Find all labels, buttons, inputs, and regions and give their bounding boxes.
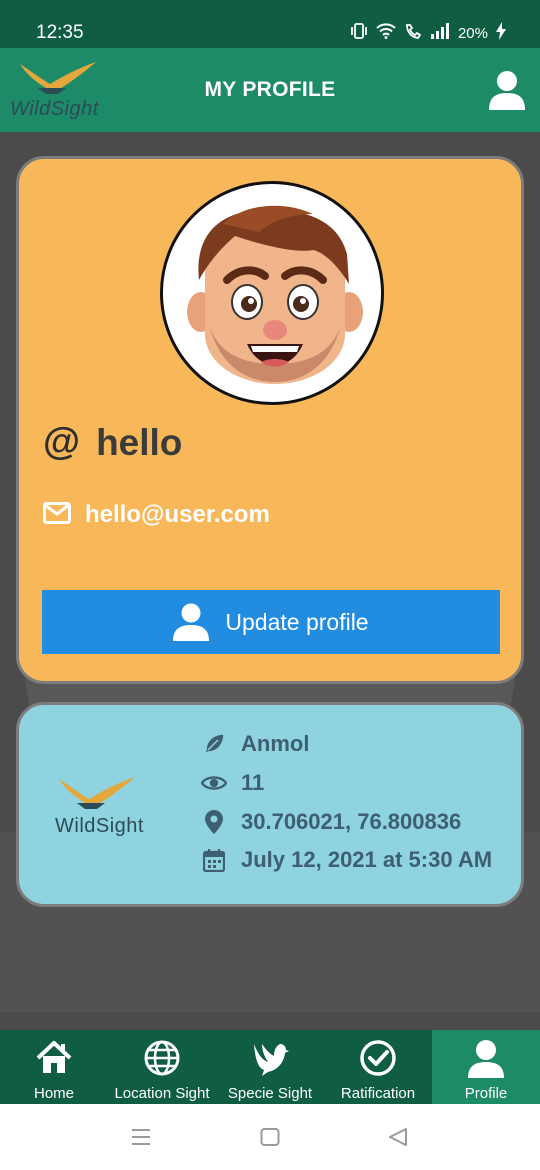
wifi-call-icon: [404, 23, 422, 43]
system-nav-bar: [0, 1104, 540, 1170]
observer-row: Anmol: [201, 731, 309, 757]
calendar-icon: [201, 848, 227, 872]
bottom-nav: Home Location Sight Specie Sight Ratific…: [0, 1030, 540, 1104]
update-profile-button[interactable]: Update profile: [42, 590, 500, 654]
cartoon-face-icon: [187, 205, 363, 384]
wifi-icon: [376, 23, 396, 43]
avatar: [160, 181, 384, 405]
home-square-icon[interactable]: [260, 1128, 280, 1151]
username-row: @ hello: [43, 421, 182, 464]
feather-icon: [201, 732, 227, 756]
home-icon: [36, 1041, 72, 1073]
observer-name: Anmol: [241, 731, 310, 756]
envelope-icon: [43, 501, 71, 529]
username: hello: [96, 421, 183, 463]
location-row: 30.706021, 76.800836: [201, 809, 461, 835]
email-text: hello@user.com: [85, 501, 270, 528]
map-pin-icon: [201, 810, 227, 834]
nav-profile[interactable]: Profile: [432, 1030, 540, 1104]
views-count: 11: [241, 770, 265, 795]
status-icons: 20%: [350, 22, 506, 44]
vibrate-icon: [350, 23, 368, 43]
eagle-logo-icon: [59, 777, 135, 809]
user-icon: [468, 1040, 504, 1078]
back-triangle-icon[interactable]: [388, 1128, 408, 1151]
date-row: July 12, 2021 at 5:30 AM: [201, 847, 492, 873]
status-bar: 12:35 20%: [0, 0, 540, 48]
signal-icon: [430, 23, 450, 43]
sighting-logo: WildSight: [49, 775, 159, 845]
coordinates-text: 30.706021, 76.800836: [241, 809, 462, 834]
check-circle-icon: [360, 1040, 396, 1076]
sighting-datetime: July 12, 2021 at 5:30 AM: [241, 847, 493, 872]
nav-location-sight[interactable]: Location Sight: [108, 1030, 216, 1104]
nav-location-label: Location Sight: [114, 1085, 210, 1102]
app-bar: WildSight MY PROFILE: [0, 48, 540, 132]
nav-home[interactable]: Home: [0, 1030, 108, 1104]
globe-icon: [144, 1040, 180, 1076]
battery-text: 20%: [457, 24, 488, 42]
account-button[interactable]: [488, 70, 526, 110]
at-icon: @: [43, 421, 81, 463]
nav-specie-label: Specie Sight: [227, 1085, 313, 1102]
nav-specie-sight[interactable]: Specie Sight: [216, 1030, 324, 1104]
update-profile-label: Update profile: [225, 608, 369, 635]
page-title: MY PROFILE: [204, 78, 336, 101]
menu-icon[interactable]: [131, 1128, 151, 1151]
charging-icon: [496, 22, 506, 44]
nav-home-label: Home: [33, 1085, 74, 1102]
sighting-card[interactable]: WildSight Anmol 11 30.706021, 76.800836 …: [16, 702, 524, 907]
profile-card: @ hello hello@user.com Update profile: [16, 156, 524, 684]
nav-ratification[interactable]: Ratification: [324, 1030, 432, 1104]
user-icon: [489, 71, 525, 110]
eye-icon: [201, 773, 227, 793]
logo-wordmark: WildSight: [55, 815, 144, 837]
nav-profile-label: Profile: [464, 1085, 508, 1102]
status-time: 12:35: [36, 22, 84, 43]
bird-icon: [254, 1044, 289, 1076]
nav-ratification-label: Ratification: [340, 1085, 416, 1102]
user-icon: [173, 603, 210, 641]
views-row: 11: [201, 770, 264, 796]
email-row: hello@user.com: [43, 501, 270, 529]
